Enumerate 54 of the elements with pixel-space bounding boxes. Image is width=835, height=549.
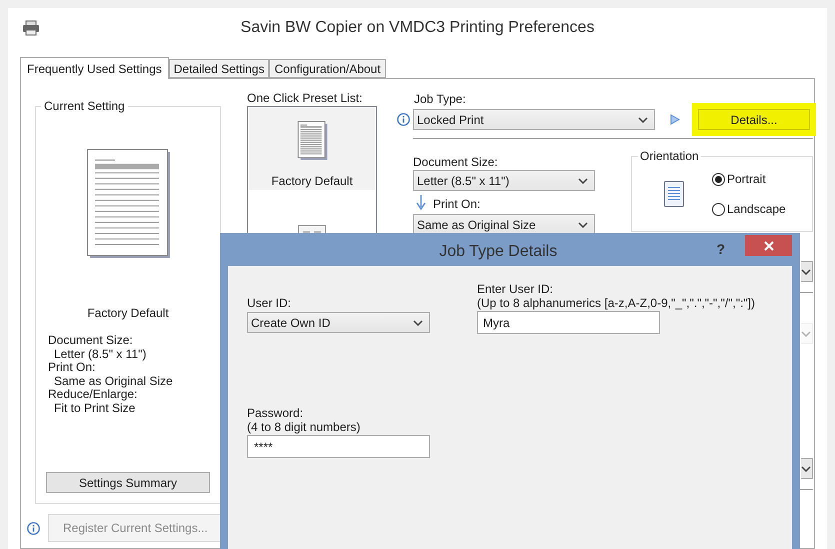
password-field[interactable]: ****	[247, 435, 430, 458]
window-title: Savin BW Copier on VMDC3 Printing Preferences	[240, 18, 596, 38]
tab[interactable]: Detailed Settings	[168, 59, 270, 78]
chevron-down-icon	[801, 268, 811, 274]
field-label: Document Size:	[413, 155, 499, 169]
chevron-down-icon	[801, 466, 811, 472]
summary-label: Reduce/Enlarge:	[48, 388, 138, 402]
radio-button[interactable]	[712, 172, 725, 186]
job-type-select[interactable]: Locked Print	[413, 109, 655, 130]
printer-icon	[22, 20, 40, 36]
close-button[interactable]	[745, 235, 792, 256]
dialog-title: Job Type Details	[439, 242, 558, 262]
field-label: Password:	[247, 406, 304, 420]
help-button[interactable]: ?	[716, 239, 725, 260]
preset-item[interactable]: Factory Default	[249, 107, 375, 190]
preset-name: Factory Default	[87, 305, 169, 322]
chevron-down-icon	[801, 330, 811, 336]
dropdown-button[interactable]	[801, 261, 813, 282]
preset-list-label: One Click Preset List:	[247, 91, 364, 105]
field-label: Enter User ID:	[477, 282, 554, 296]
radio-option[interactable]: Landscape	[712, 200, 786, 218]
dropdown-button[interactable]	[801, 458, 813, 479]
summary-value: Fit to Print Size	[53, 402, 136, 415]
field-label: Print On:	[433, 197, 480, 211]
tab[interactable]: Configuration/About	[269, 59, 386, 78]
chevron-down-icon	[578, 222, 588, 228]
chevron-down-icon	[578, 178, 588, 184]
user-id-select[interactable]: Create Own ID	[247, 312, 430, 333]
chevron-down-icon	[638, 116, 648, 122]
tab[interactable]: Frequently Used Settings	[20, 57, 169, 79]
radio-option[interactable]: Portrait	[712, 170, 786, 188]
radio-button[interactable]	[712, 202, 725, 216]
summary-value: Same as Original Size	[53, 374, 173, 388]
settings-summary-button[interactable]: Settings Summary	[46, 472, 210, 493]
document-size-select[interactable]: Letter (8.5" x 11")	[413, 170, 595, 191]
chevron-down-icon	[413, 320, 423, 326]
group-title: Current Setting	[41, 99, 128, 113]
field-hint: (Up to 8 alphanumerics [a-z,A-Z,0-9,"_",".","-","/",":"])	[477, 296, 756, 310]
close-icon	[764, 240, 774, 250]
summary-value: Letter (8.5" x 11")	[53, 348, 148, 361]
info-icon	[27, 522, 40, 534]
play-arrow-icon	[670, 114, 680, 125]
field-label: Job Type:	[413, 92, 467, 106]
print-on-select[interactable]: Same as Original Size	[413, 214, 595, 235]
user-id-field[interactable]: Myra	[477, 311, 660, 334]
summary-label: Print On:	[48, 361, 96, 374]
field-label: User ID:	[247, 296, 292, 310]
field-hint: (4 to 8 digit numbers)	[247, 420, 362, 434]
info-icon	[397, 113, 410, 126]
portrait-page-icon	[664, 181, 684, 207]
down-arrow-icon	[416, 195, 426, 211]
summary-label: Document Size:	[48, 334, 134, 348]
group-title: Orientation	[638, 149, 701, 163]
document-icon	[296, 121, 328, 160]
